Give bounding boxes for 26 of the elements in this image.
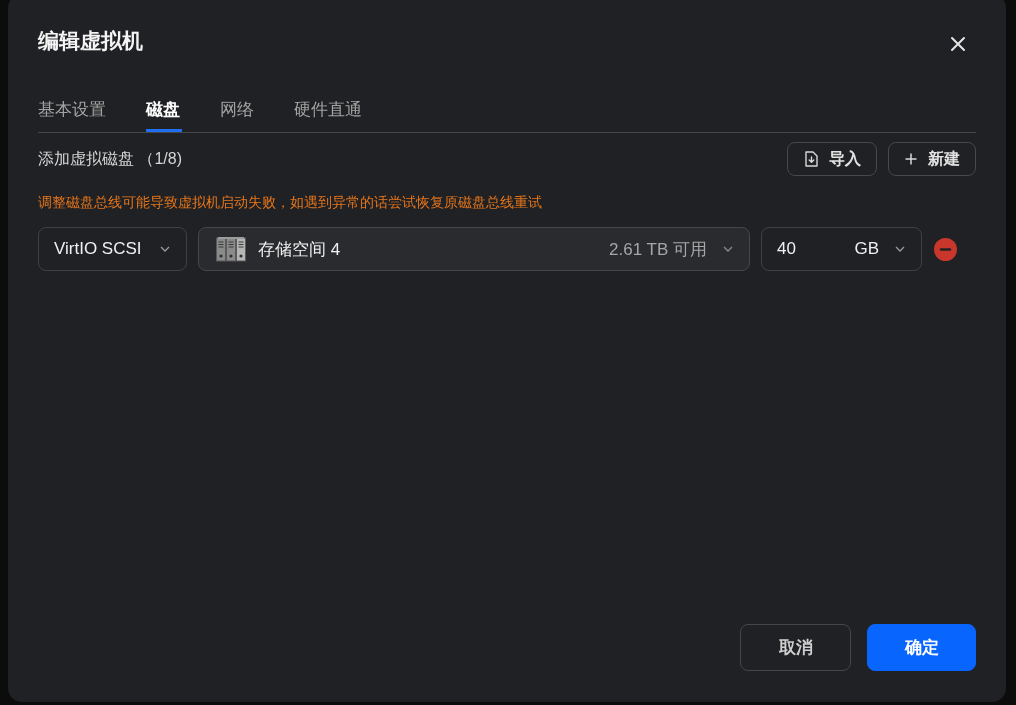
available-space: 2.61 TB 可用 — [609, 238, 707, 261]
new-button[interactable]: 新建 — [888, 142, 976, 176]
tab[interactable]: 基本设置 — [38, 98, 108, 132]
chevron-down-icon — [160, 246, 170, 252]
confirm-button[interactable]: 确定 — [867, 624, 976, 671]
unit-dropdown[interactable]: GB — [854, 239, 879, 259]
close-icon[interactable] — [950, 36, 966, 52]
plus-icon — [905, 153, 917, 165]
storage-drives-icon — [216, 236, 246, 262]
warning-text: 调整磁盘总线可能导致虚拟机启动失败，如遇到异常的话尝试恢复原磁盘总线重试 — [38, 194, 543, 212]
tab[interactable]: 硬件直通 — [294, 98, 364, 132]
cancel-button[interactable]: 取消 — [740, 624, 851, 671]
section-heading: 添加虚拟磁盘 （1/8) — [38, 148, 182, 169]
storage-name: 存储空间 4 — [258, 238, 342, 261]
size-value[interactable]: 40 — [777, 239, 855, 259]
remove-icon[interactable] — [934, 237, 957, 261]
bus-select[interactable]: VirtIO SCSI — [38, 227, 187, 271]
storage-select[interactable]: 存储空间 4 2.61 TB 可用 — [198, 227, 750, 271]
import-button[interactable]: 导入 — [787, 142, 877, 176]
chevron-down-icon — [895, 246, 905, 252]
size-field[interactable]: 40 GB — [761, 227, 922, 271]
tab[interactable]: 网络 — [220, 98, 256, 132]
tab[interactable]: 磁盘 — [146, 98, 182, 132]
chevron-down-icon — [723, 246, 733, 252]
dialog-title: 编辑虚拟机 — [38, 28, 143, 54]
file-download-icon — [804, 151, 818, 167]
